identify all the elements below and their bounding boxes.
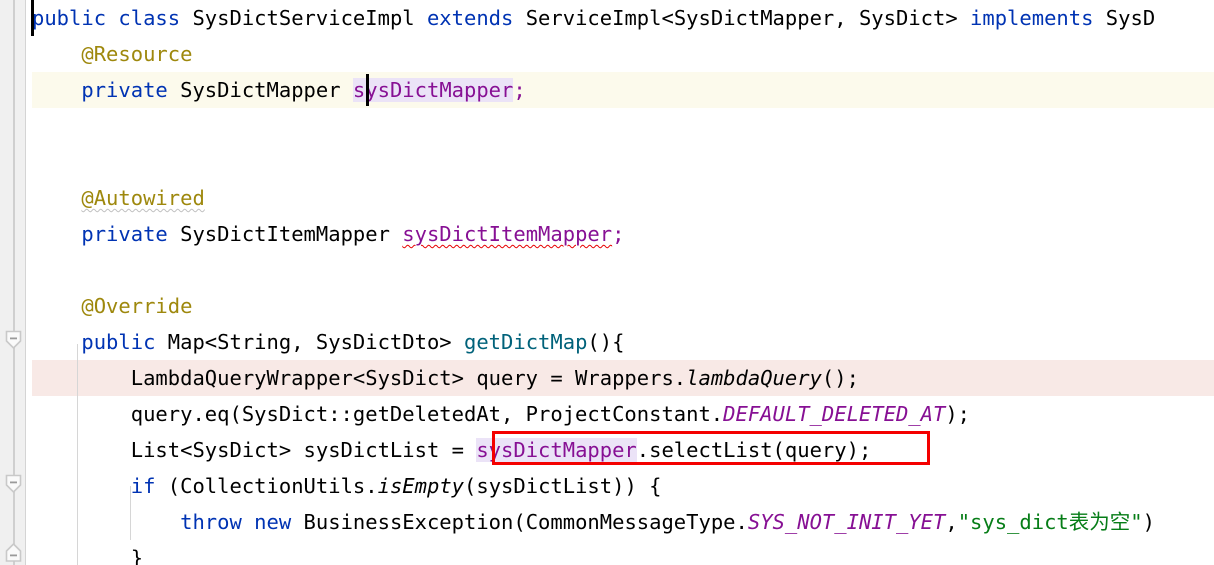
code-token: @Resource <box>81 42 193 66</box>
code-token: ; <box>612 222 625 246</box>
code-line-7[interactable]: private SysDictItemMapper sysDictItemMap… <box>32 216 624 252</box>
primary-caret <box>31 0 34 36</box>
code-token: query.eq(SysDict::getDeletedAt, ProjectC… <box>32 402 724 426</box>
code-token: private <box>81 78 168 102</box>
code-token: SysDictMapper <box>167 78 353 102</box>
code-line-16[interactable]: } <box>32 540 143 565</box>
code-token: SysDictItemMapper <box>167 222 403 246</box>
code-line-15[interactable]: throw new BusinessException(CommonMessag… <box>32 504 1155 540</box>
code-token: .selectList(query); <box>636 438 872 462</box>
code-token: isEmpty <box>377 474 465 498</box>
code-token: "sys_dict表为空" <box>957 510 1143 534</box>
code-token: (){ <box>587 330 625 354</box>
code-token: BusinessException(CommonMessageType. <box>291 510 748 534</box>
code-token: List<SysDict> sysDictList = <box>32 438 477 462</box>
code-token: DEFAULT_DELETED_AT <box>723 402 946 426</box>
code-token: ) <box>1142 510 1155 534</box>
code-editor[interactable]: public class SysDictServiceImpl extends … <box>0 0 1214 565</box>
code-token: public <box>81 330 156 354</box>
code-line-10[interactable]: public Map<String, SysDictDto> getDictMa… <box>32 324 624 360</box>
code-token: } <box>32 546 144 565</box>
code-token: SYS_NOT_INIT_YET <box>747 510 946 534</box>
code-line-12[interactable]: query.eq(SysDict::getDeletedAt, ProjectC… <box>32 396 970 432</box>
code-token: SysD <box>1093 6 1156 30</box>
code-line-1[interactable]: public class SysDictServiceImpl extends … <box>32 0 1155 36</box>
code-line-11[interactable]: LambdaQueryWrapper<SysDict> query = Wrap… <box>32 360 859 396</box>
code-token: sysDictMapper <box>352 78 514 102</box>
code-token: lambdaQuery <box>686 366 822 390</box>
code-text-layer[interactable]: public class SysDictServiceImpl extends … <box>0 0 1214 565</box>
code-token: @Override <box>81 294 193 318</box>
code-token: SysDictServiceImpl <box>180 6 427 30</box>
code-token: public <box>32 6 107 30</box>
code-token: ; <box>513 78 526 102</box>
code-line-3[interactable]: private SysDictMapper sysDictMapper; <box>32 72 526 108</box>
code-token: throw <box>180 510 242 534</box>
code-token: sysDictItemMapper <box>402 222 613 246</box>
code-token: new <box>254 510 292 534</box>
code-line-6[interactable]: @Autowired <box>32 180 205 216</box>
code-line-13[interactable]: List<SysDict> sysDictList = sysDictMappe… <box>32 432 871 468</box>
code-token: Map<String, SysDictDto> <box>155 330 464 354</box>
code-token: (sysDictList)) { <box>464 474 662 498</box>
fold-end-block-icon[interactable] <box>1 540 26 565</box>
code-token: ); <box>945 402 971 426</box>
code-line-14[interactable]: if (CollectionUtils.isEmpty(sysDictList)… <box>32 468 662 504</box>
fold-collapse-method-icon[interactable] <box>1 328 26 353</box>
code-token: (CollectionUtils. <box>155 474 378 498</box>
code-token: if <box>130 474 156 498</box>
code-token: private <box>81 222 168 246</box>
code-line-2[interactable]: @Resource <box>32 36 192 72</box>
code-token: class <box>118 6 181 30</box>
code-token: getDictMap <box>464 330 588 354</box>
code-token: LambdaQueryWrapper<SysDict> query = Wrap… <box>32 366 687 390</box>
code-token: sysDictMapper <box>476 438 637 462</box>
code-token: (); <box>821 366 859 390</box>
code-token: implements <box>970 6 1094 30</box>
code-token: extends <box>426 6 514 30</box>
code-token: @Autowired <box>81 186 205 210</box>
code-token: , <box>945 510 958 534</box>
code-token: ServiceImpl<SysDictMapper, SysDict> <box>513 6 971 30</box>
code-line-9[interactable]: @Override <box>32 288 192 324</box>
fold-collapse-if-icon[interactable] <box>1 472 26 497</box>
secondary-caret <box>366 74 369 106</box>
